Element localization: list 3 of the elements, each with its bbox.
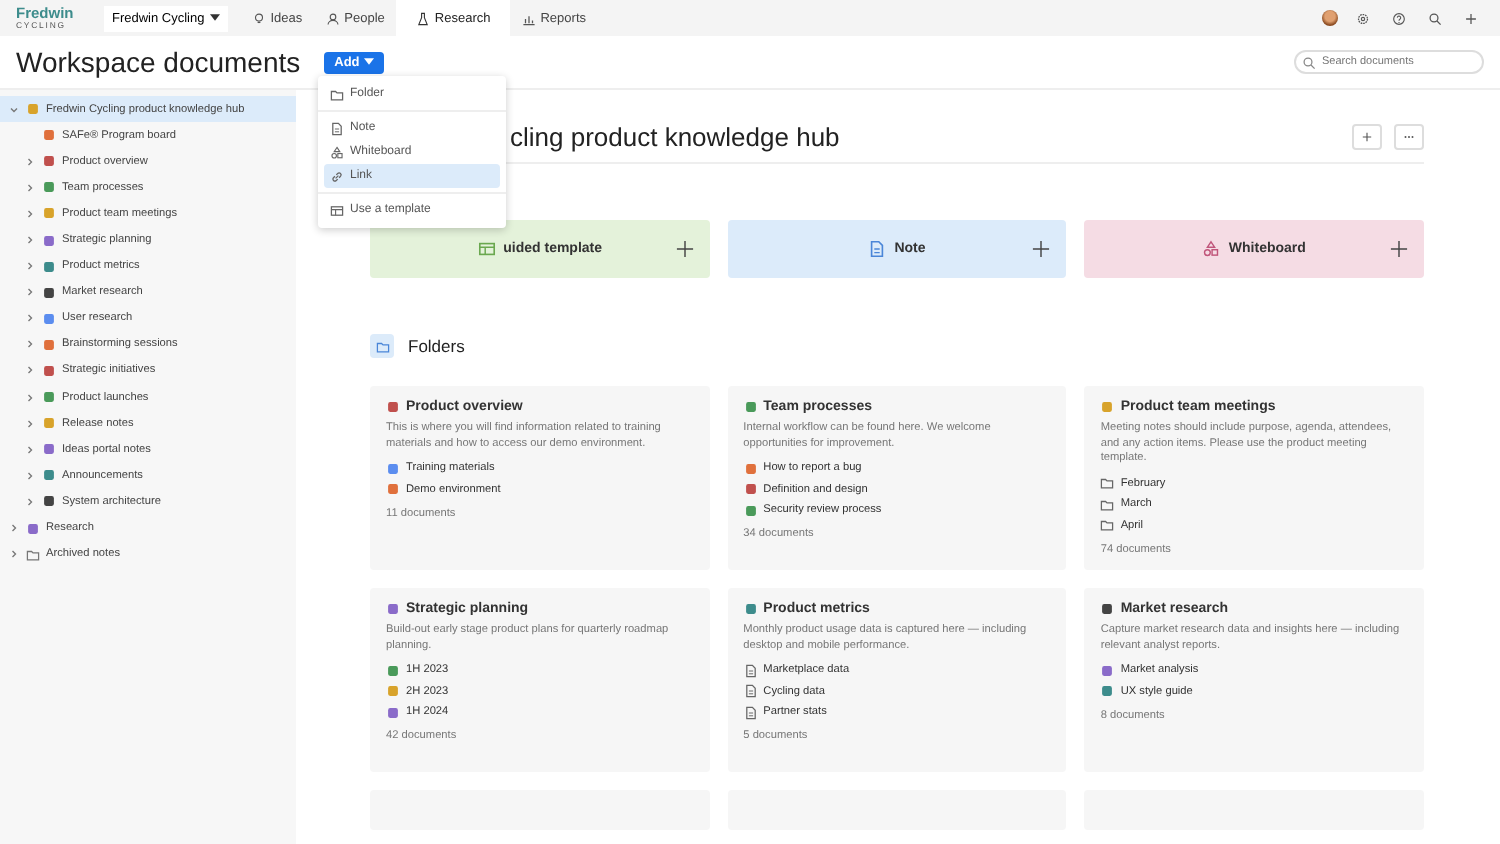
section-heading: Folders bbox=[408, 336, 465, 356]
hub-title: cling product knowledge hub bbox=[510, 121, 840, 151]
page-title: Workspace documents bbox=[16, 46, 301, 78]
